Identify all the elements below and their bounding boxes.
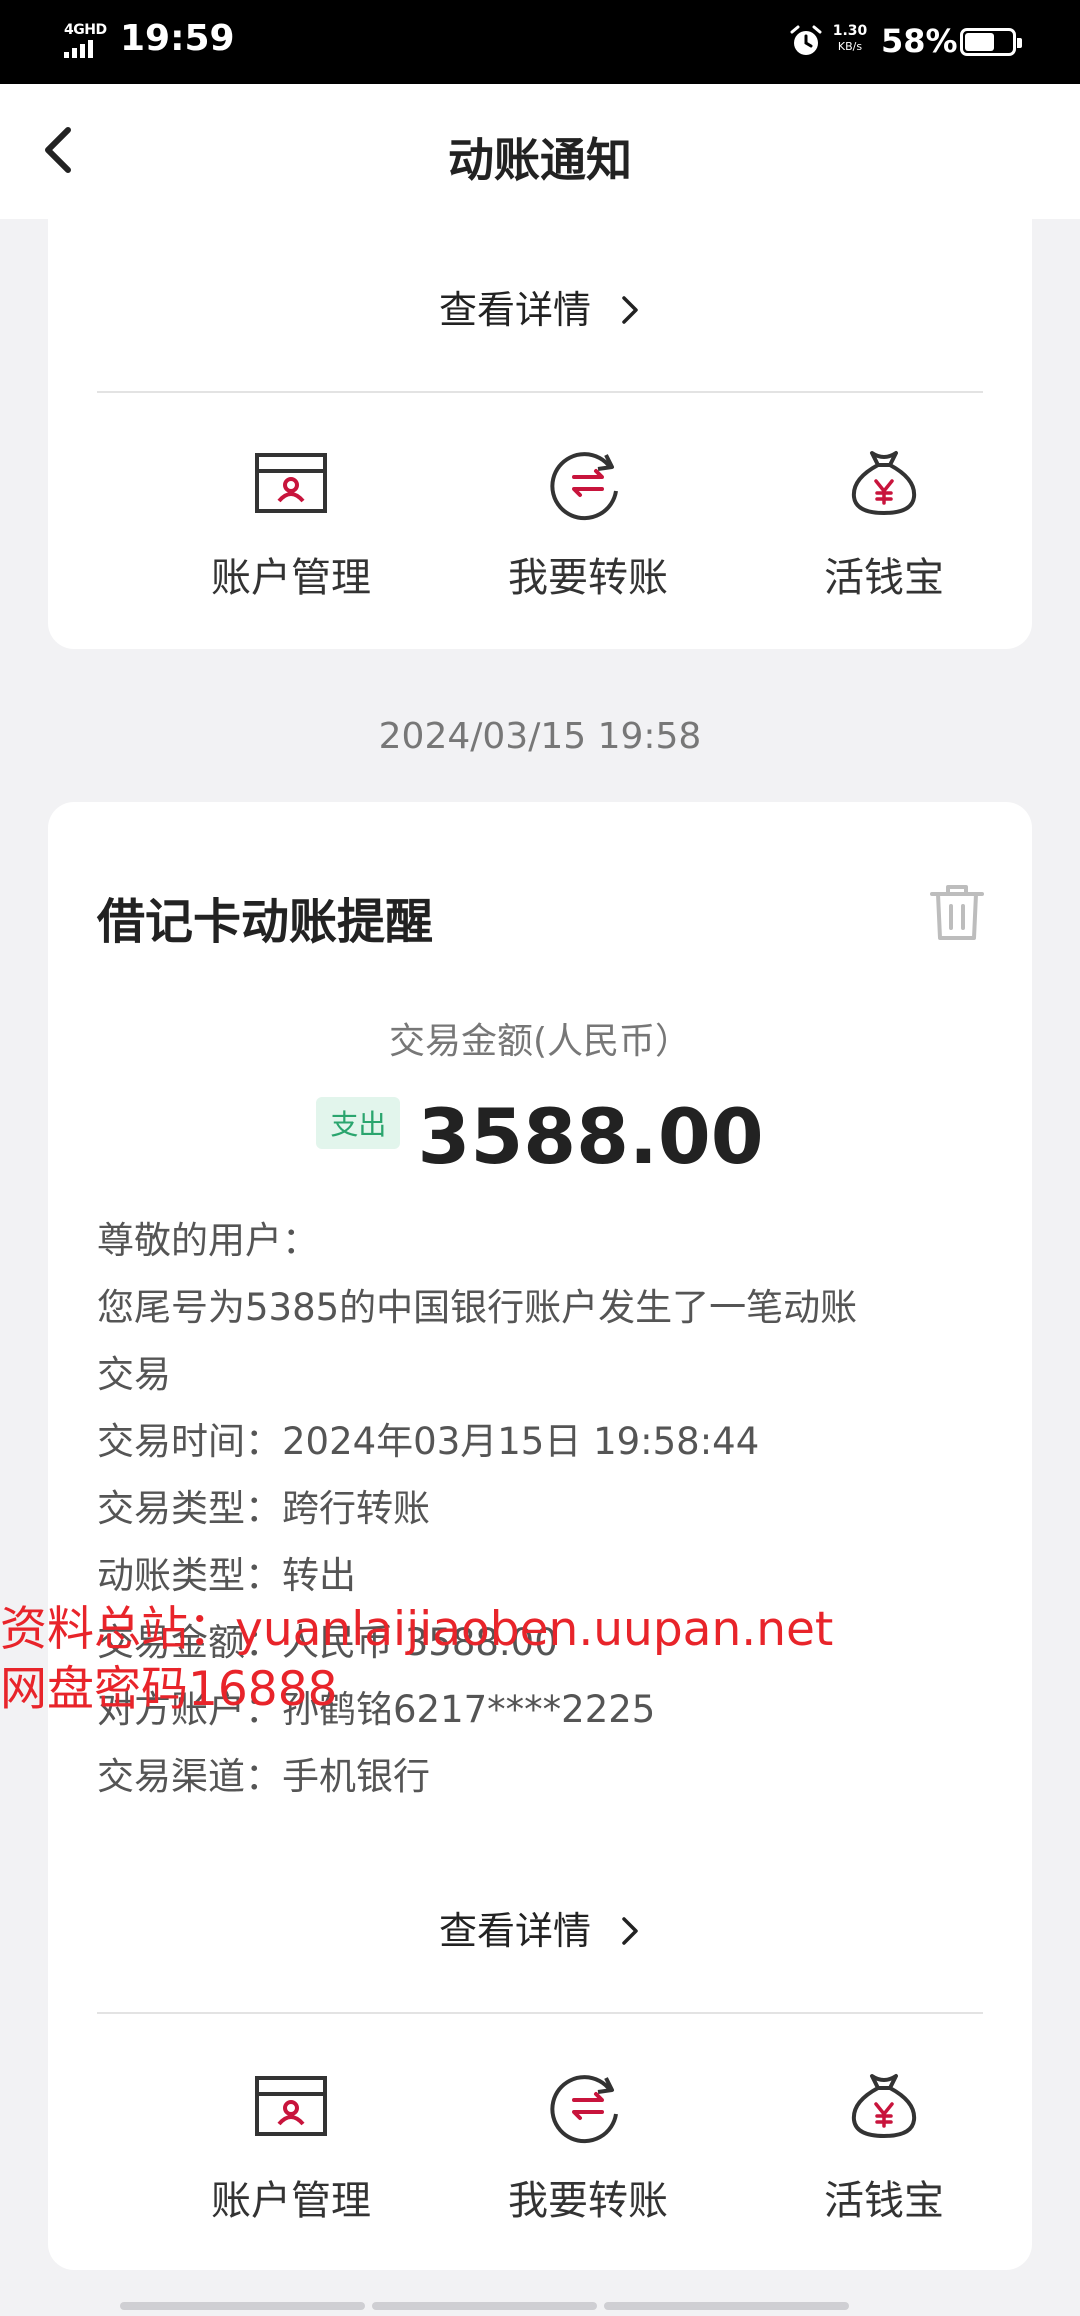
notice-line-greeting: 尊敬的用户： xyxy=(97,1219,319,1262)
notice-body: 尊敬的用户： 您尾号为5385的中国银行账户发生了一笔动账 交易 交易时间：20… xyxy=(97,1207,997,1810)
view-details-label: 查看详情 xyxy=(438,288,591,332)
view-details-label: 查看详情 xyxy=(438,1909,591,1953)
view-details-link[interactable]: 查看详情 xyxy=(48,1900,1032,1955)
notice-title: 借记卡动账提醒 xyxy=(97,894,434,950)
view-details-link[interactable]: 查看详情 xyxy=(48,279,1032,334)
transfer-button[interactable]: 我要转账 xyxy=(458,2068,718,2238)
notice-line-type: 交易类型：跨行转账 xyxy=(97,1487,430,1530)
page-title: 动账通知 xyxy=(448,133,632,187)
action-label: 活钱宝 xyxy=(824,555,944,601)
message-timestamp: 2024/03/15 19:58 xyxy=(378,716,702,757)
account-management-button[interactable]: 账户管理 xyxy=(161,2068,421,2238)
divider xyxy=(97,2012,983,2014)
action-label: 活钱宝 xyxy=(824,2178,944,2224)
quick-actions: 账户管理 我要转账 活钱宝 xyxy=(48,2068,1032,2238)
chevron-right-icon xyxy=(622,1917,638,1945)
account-management-button[interactable]: 账户管理 xyxy=(161,445,421,615)
money-bag-icon xyxy=(851,2074,917,2139)
status-bar: 4GHD 19:59 1.30 KB/s 58% xyxy=(0,0,1080,84)
speed-value: 1.30 xyxy=(832,23,868,39)
transfer-icon xyxy=(550,2075,618,2144)
notice-line-amount: 交易金额：人民币 3588.00 xyxy=(97,1621,558,1664)
money-bag-icon xyxy=(851,451,917,516)
trash-icon[interactable] xyxy=(928,882,986,942)
account-card-icon xyxy=(255,2076,327,2136)
chevron-right-icon xyxy=(622,296,638,324)
network-type: 4GHD xyxy=(64,22,107,38)
action-label: 我要转账 xyxy=(508,2178,668,2224)
amount-label: 交易金额(人民币） xyxy=(388,1021,692,1062)
nav-bar: 动账通知 xyxy=(0,84,1080,219)
money-treasure-button[interactable]: 活钱宝 xyxy=(754,2068,1014,2238)
battery-percent: 58% xyxy=(881,22,958,60)
alarm-icon xyxy=(790,25,822,55)
status-time: 19:59 xyxy=(120,18,235,59)
amount-row: 支出 3588.00 xyxy=(48,1092,1032,1181)
notice-line-channel: 交易渠道：手机银行 xyxy=(97,1755,430,1798)
network-speed: 1.30 KB/s xyxy=(830,24,870,54)
signal-icon: 4GHD xyxy=(64,22,112,58)
notice-line-message-cont: 交易 xyxy=(97,1353,171,1396)
notice-line-time: 交易时间：2024年03月15日 19:58:44 xyxy=(97,1420,760,1463)
money-treasure-button[interactable]: 活钱宝 xyxy=(754,445,1014,615)
quick-actions: 账户管理 我要转账 活钱宝 xyxy=(48,445,1032,615)
expense-badge: 支出 xyxy=(316,1096,401,1149)
notice-line-message: 您尾号为5385的中国银行账户发生了一笔动账 xyxy=(97,1286,858,1329)
action-label: 账户管理 xyxy=(211,2178,371,2224)
transfer-button[interactable]: 我要转账 xyxy=(458,445,718,615)
divider xyxy=(97,391,983,393)
transaction-amount: 3588.00 xyxy=(417,1092,764,1181)
battery-icon xyxy=(960,28,1022,56)
action-label: 账户管理 xyxy=(211,555,371,601)
account-card-icon xyxy=(255,453,327,513)
notice-card-previous: 查看详情 账户管理 我要转账 活钱宝 xyxy=(48,219,1032,649)
notice-line-direction: 动账类型：转出 xyxy=(97,1554,356,1597)
speed-unit: KB/s xyxy=(837,40,863,53)
notice-card: 借记卡动账提醒 交易金额(人民币） 支出 3588.00 尊敬的用户： 您尾号为… xyxy=(48,802,1032,2270)
notice-line-counterparty: 对方账户：孙鹤铭6217****2225 xyxy=(97,1688,656,1731)
bottom-scroll-strip xyxy=(120,2302,970,2310)
action-label: 我要转账 xyxy=(508,555,668,601)
transfer-icon xyxy=(550,452,618,521)
